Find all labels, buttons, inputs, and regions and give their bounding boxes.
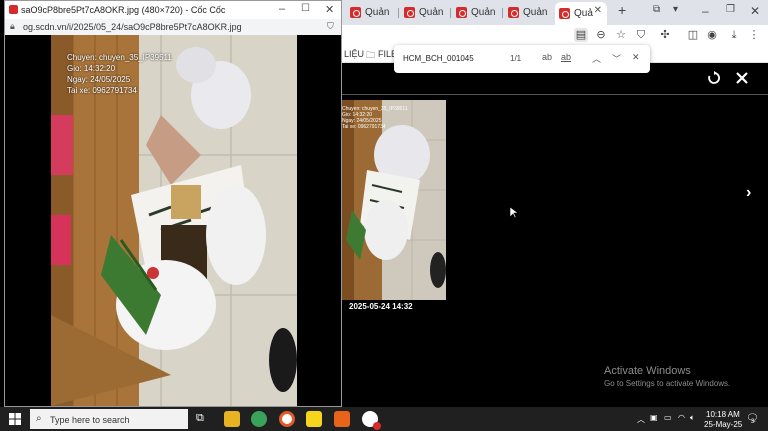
overlay-line: Gio: 14:32:20: [67, 64, 116, 73]
coccoc-browser-icon[interactable]: [251, 411, 267, 427]
activate-windows-subtitle: Go to Settings to activate Windows.: [604, 379, 731, 388]
chat-app-icon[interactable]: [362, 411, 381, 430]
rotate-icon[interactable]: [707, 71, 721, 85]
popup-minimize-button[interactable]: –: [279, 3, 285, 15]
popup-image-area: Chuyen: chuyen_35_IP39511 Gio: 14:32:20 …: [5, 35, 341, 406]
lock-icon: 🔒︎: [10, 21, 15, 31]
bookmark-item[interactable]: LIỆU: [344, 49, 364, 59]
activate-windows-title: Activate Windows: [604, 365, 691, 377]
tab-quan-ly-4[interactable]: Quản Lý: [504, 3, 550, 22]
app-flame-icon[interactable]: [334, 411, 350, 427]
browser-toolbar: ▤ ⊖ ☆ ⛉ ✣ ◫ ◉ ⤓ ⋮: [342, 25, 768, 45]
site-favicon-icon: [508, 7, 519, 18]
mouse-cursor-icon: [510, 207, 518, 219]
wifi-icon[interactable]: ◠: [678, 413, 685, 422]
file-explorer-icon[interactable]: [224, 411, 240, 427]
tab-quan-ly-2[interactable]: Quản Lý: [400, 3, 446, 22]
menu-icon[interactable]: ⋮: [747, 28, 761, 42]
whole-word-button[interactable]: ab: [561, 52, 571, 62]
site-favicon-icon: [559, 8, 570, 19]
new-tab-button[interactable]: +: [618, 2, 626, 18]
reader-icon[interactable]: ▤: [574, 28, 588, 42]
popup-address-bar: 🔒︎ og.scdn.vn/i/2025/05_24/saO9cP8bre5Pt…: [5, 19, 341, 35]
popup-title: saO9cP8bre5Pt7cA8OKR.jpg (480×720) - Cốc…: [21, 5, 226, 15]
find-previous-icon[interactable]: ︿: [592, 52, 601, 65]
extensions-icon[interactable]: ✣: [658, 28, 672, 42]
browser-tab-strip: Quản lý Quản Lý Quản Lý Quản Lý Quả ✕ + …: [342, 0, 768, 25]
bookmark-star-icon[interactable]: ☆: [614, 28, 628, 42]
windows-taskbar: ⌕ Type here to search ⧉ ︿ ▣ ▭ ◠ 🔈︎ 10:18…: [0, 407, 768, 431]
windows-start-icon[interactable]: [9, 413, 21, 425]
find-bar: HCM_BCH_001045 1/1 ab ab ︿ ﹀ ✕: [394, 45, 650, 73]
overlay-line: Chuyen: chuyen_35_IP39511: [67, 53, 172, 62]
clock-date[interactable]: 25-May-25: [704, 420, 742, 429]
popup-title-bar: saO9cP8bre5Pt7cA8OKR.jpg (480×720) - Cốc…: [5, 1, 341, 19]
close-find-icon[interactable]: ✕: [632, 52, 640, 63]
app-icon[interactable]: [279, 411, 295, 427]
popup-url[interactable]: og.scdn.vn/i/2025/05_24/saO9cP8bre5Pt7cA…: [23, 22, 242, 32]
task-view-icon[interactable]: ⧉: [196, 412, 204, 425]
find-next-icon[interactable]: ﹀: [612, 52, 621, 65]
tab-search-icon[interactable]: ⧉: [653, 4, 660, 15]
close-tab-icon[interactable]: ✕: [594, 5, 602, 16]
clock-time[interactable]: 10:18 AM: [706, 410, 740, 419]
next-image-button[interactable]: ›: [746, 184, 751, 202]
popup-maximize-button[interactable]: ☐: [301, 3, 310, 14]
sticky-notes-icon[interactable]: [306, 411, 322, 427]
viewer-image[interactable]: Chuyen: chuyen_35_IP39511 Gio: 14:32:20 …: [342, 100, 446, 300]
minimize-button[interactable]: –: [702, 4, 709, 18]
popup-window: saO9cP8bre5Pt7cA8OKR.jpg (480×720) - Cốc…: [4, 0, 342, 407]
overlay-line: Tai xe: 0962791734: [67, 86, 137, 95]
thumb-overlay-line: Tai xe: 0962791734: [342, 124, 386, 130]
close-window-button[interactable]: ✕: [750, 4, 760, 18]
download-icon[interactable]: ⤓: [727, 28, 741, 42]
shield-icon[interactable]: ⛉: [327, 21, 334, 32]
image-caption: 2025-05-24 14:32: [349, 302, 413, 311]
tab-quan-ly-3[interactable]: Quản Lý: [452, 3, 498, 22]
tray-chevron-icon[interactable]: ︿: [637, 414, 645, 425]
site-favicon-icon: [350, 7, 361, 18]
profile-icon[interactable]: ◉: [705, 28, 719, 42]
search-placeholder: Type here to search: [50, 415, 130, 425]
site-favicon-icon: [456, 7, 467, 18]
taskbar-search[interactable]: ⌕ Type here to search: [30, 409, 188, 429]
tray-app-icon[interactable]: ▣: [650, 413, 658, 422]
tab-active[interactable]: Quả ✕: [555, 2, 607, 25]
folder-icon: 🗀: [366, 50, 376, 60]
tab-label: Quản lý: [365, 7, 392, 18]
site-favicon-icon: [404, 7, 415, 18]
search-icon: ⌕: [36, 413, 42, 424]
sidebar-icon[interactable]: ◫: [686, 28, 700, 42]
tab-list-icon[interactable]: ▾: [673, 4, 678, 15]
overlay-line: Ngay: 24/05/2025: [67, 75, 131, 84]
restore-button[interactable]: ❐: [726, 4, 735, 15]
notification-count: 3: [751, 419, 755, 425]
match-case-button[interactable]: ab: [542, 52, 552, 62]
close-viewer-icon[interactable]: [736, 72, 748, 84]
tab-label: Quả: [574, 8, 593, 19]
popup-close-button[interactable]: ✕: [325, 3, 334, 16]
battery-icon[interactable]: ▭: [664, 413, 672, 422]
find-match-count: 1/1: [510, 54, 522, 63]
tab-quan-ly-1[interactable]: Quản lý: [346, 3, 392, 22]
tab-label: Quản Lý: [419, 7, 446, 18]
tab-label: Quản Lý: [471, 7, 498, 18]
find-input[interactable]: HCM_BCH_001045: [403, 54, 474, 63]
shield-icon[interactable]: ⛉: [634, 28, 648, 42]
tab-label: Quản Lý: [523, 7, 550, 18]
volume-icon[interactable]: 🔈︎: [690, 413, 695, 423]
coccoc-icon: [9, 5, 18, 14]
zoom-icon[interactable]: ⊖: [594, 28, 608, 42]
